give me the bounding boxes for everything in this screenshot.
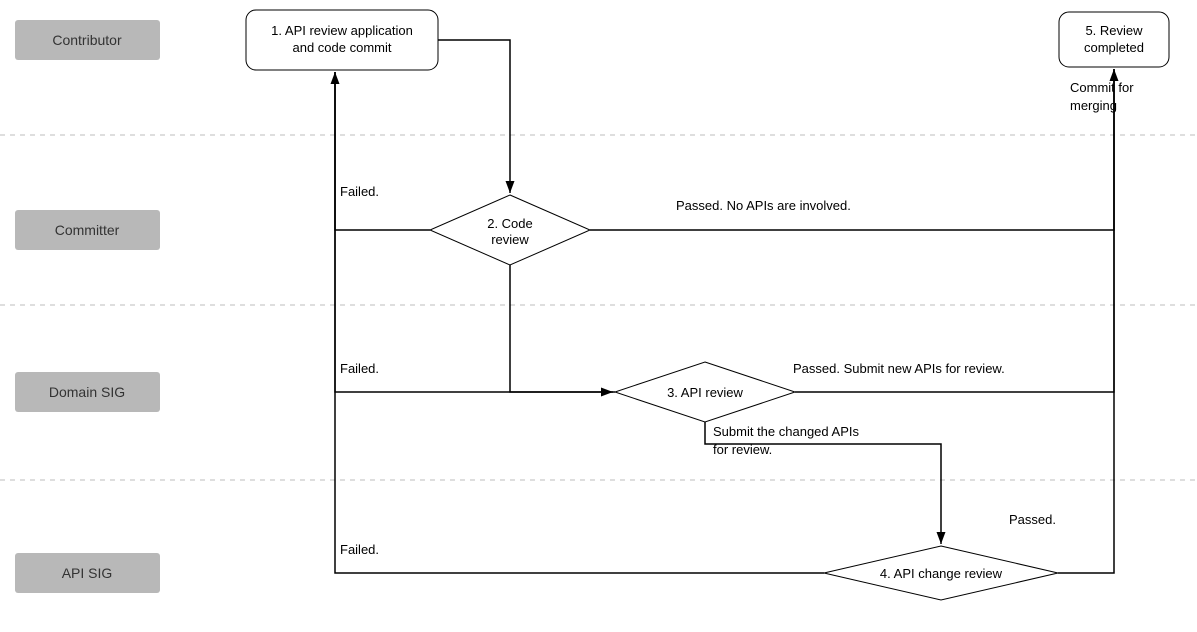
edge-4-passed-label: Passed.	[1009, 512, 1056, 527]
node-step1-text1: 1. API review application	[271, 23, 413, 38]
edge-4-passed	[1058, 69, 1114, 573]
lane-contributor-label: Contributor	[52, 32, 122, 48]
edge-2-passed-noapi-label: Passed. No APIs are involved.	[676, 198, 851, 213]
node-step4-text: 4. API change review	[880, 566, 1003, 581]
node-step1: 1. API review application and code commi…	[246, 10, 438, 70]
node-step1-text2: and code commit	[293, 40, 392, 55]
edge-2-failed	[335, 72, 430, 230]
lane-domain-sig: Domain SIG	[15, 372, 160, 412]
node-step3-text: 3. API review	[667, 385, 743, 400]
commit-merge-label2: merging	[1070, 98, 1117, 113]
commit-merge-label1: Commit for	[1070, 80, 1134, 95]
node-step3: 3. API review	[615, 362, 795, 422]
edge-3-failed-label: Failed.	[340, 361, 379, 376]
node-step2-text1: 2. Code	[487, 216, 533, 231]
lane-committer-label: Committer	[55, 222, 120, 238]
edge-2-passed-noapi	[590, 69, 1114, 230]
node-step2: 2. Code review	[430, 195, 590, 265]
edge-2-failed-label: Failed.	[340, 184, 379, 199]
flowchart-diagram: Contributor Committer Domain SIG API SIG…	[0, 0, 1197, 627]
lane-api-sig-label: API SIG	[62, 565, 113, 581]
node-step2-text2: review	[491, 232, 529, 247]
edge-3-to-4-label1: Submit the changed APIs	[713, 424, 859, 439]
edge-3-to-4	[705, 422, 941, 544]
lane-domain-sig-label: Domain SIG	[49, 384, 125, 400]
edge-1-to-2	[438, 40, 510, 193]
edge-3-to-4-label2: for review.	[713, 442, 772, 457]
node-step5-text2: completed	[1084, 40, 1144, 55]
node-step5: 5. Review completed	[1059, 12, 1169, 67]
edge-4-failed	[335, 72, 824, 573]
node-step5-text1: 5. Review	[1085, 23, 1143, 38]
edge-3-passed-new-label: Passed. Submit new APIs for review.	[793, 361, 1005, 376]
edge-4-failed-label: Failed.	[340, 542, 379, 557]
node-step4: 4. API change review	[824, 546, 1058, 600]
lane-api-sig: API SIG	[15, 553, 160, 593]
lane-contributor: Contributor	[15, 20, 160, 60]
edge-2-to-3	[510, 265, 613, 392]
lane-committer: Committer	[15, 210, 160, 250]
